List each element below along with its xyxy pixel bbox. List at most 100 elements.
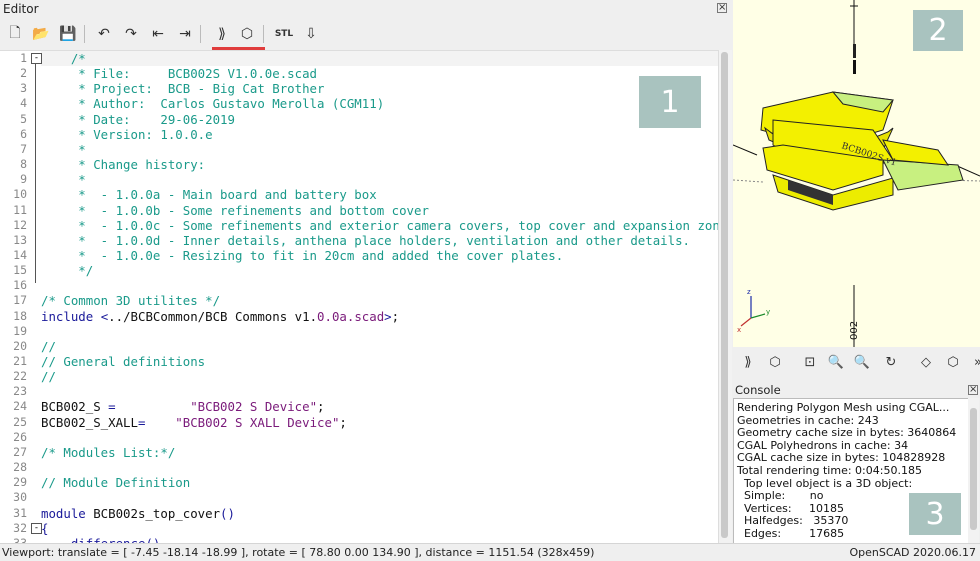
code-line[interactable]: 31 module BCB002s_top_cover() [0,506,718,521]
code-text: * [41,172,85,187]
undo-icon[interactable]: ↶ [93,23,115,45]
console-close-icon[interactable]: × [968,385,978,395]
code-line[interactable]: 1 /* - [0,51,718,66]
new-file-icon[interactable]: 🗋 [4,23,26,45]
code-token: // Module Definition [41,475,191,491]
code-token: // [41,369,56,385]
code-line[interactable]: 20 // [0,339,718,354]
code-line[interactable]: 5 * Date: 29-06-2019 [0,112,718,127]
zoom-in-icon[interactable]: 🔍 [827,353,845,371]
line-number: 1 [20,51,27,65]
code-line[interactable]: 7 * [0,142,718,157]
code-line[interactable]: 19 [0,324,718,339]
render-icon[interactable]: ⬡ [766,353,784,371]
line-number: 22 [13,369,27,384]
code-text: * File: BCB002S V1.0.0e.scad [41,66,317,81]
code-text: /* Modules List:*/ [41,445,175,460]
code-line[interactable]: 6 * Version: 1.0.0.e [0,127,718,142]
line-number: 5 [20,111,27,126]
code-line[interactable]: 32 {- [0,521,718,536]
render-icon[interactable]: ⬡ [236,23,258,45]
fold-toggle-icon[interactable]: - [31,522,42,534]
code-token: > [384,308,392,324]
code-line[interactable]: 11 * - 1.0.0b - Some refinements and bot… [0,203,718,218]
region-badge-2: 2 [913,10,963,51]
line-number: 15 [13,263,27,278]
editor-title: Editor [3,2,39,16]
code-token: * - 1.0.0d - Inner details, anthena plac… [41,232,691,248]
code-line[interactable]: 24 BCB002_S = "BCB002 S Device"; [0,399,718,414]
redo-icon[interactable]: ↷ [120,23,142,45]
code-line[interactable]: 25 BCB002_S_XALL= "BCB002 S XALL Device"; [0,415,718,430]
code-text: { [41,521,48,536]
line-number: 12 [13,217,27,232]
line-number: 13 [13,232,27,247]
code-token: * Change history: [41,157,206,173]
version-label: OpenSCAD 2020.06.17 [849,546,976,559]
code-line[interactable]: 2 * File: BCB002S V1.0.0e.scad [0,66,718,81]
code-line[interactable]: 26 [0,430,718,445]
send-to-printer-icon[interactable]: ⇩ [300,23,322,45]
code-token: "BCB002 S Device" [190,399,318,415]
region-badge-3: 3 [909,493,961,535]
code-line[interactable]: 16 [0,278,718,293]
code-line[interactable]: 3 * Project: BCB - Big Cat Brother [0,81,718,96]
reset-view-icon[interactable]: ↻ [882,353,900,371]
code-token: ../BCBCommon/BCB Commons v1. [108,308,318,324]
code-line[interactable]: 12 * - 1.0.0c - Some refinements and ext… [0,218,718,233]
console-scrollbar-thumb[interactable] [970,408,977,530]
line-number: 31 [13,505,27,520]
3d-viewport[interactable]: BCB002S v1 z x y 002 [733,0,980,347]
code-token: "BCB002 S XALL Device" [175,414,340,430]
code-line[interactable]: 9 * [0,172,718,187]
line-number: 18 [13,308,27,323]
code-line[interactable]: 27 /* Modules List:*/ [0,445,718,460]
preview-icon[interactable]: ⟫ [739,353,757,371]
code-token: * File: BCB002S V1.0.0e.scad [41,66,318,82]
fold-toggle-icon[interactable]: - [31,53,42,64]
more-icon[interactable]: » [969,353,980,371]
code-line[interactable]: 30 [0,490,718,505]
code-line[interactable]: 13 * - 1.0.0d - Inner details, anthena p… [0,233,718,248]
line-number: 16 [13,278,27,293]
export-stl-icon[interactable]: STL [273,23,295,45]
open-file-icon[interactable]: 📂 [30,23,52,45]
code-token: * Date: 29-06-2019 [41,111,235,127]
zoom-out-icon[interactable]: 🔍 [853,353,871,371]
code-line[interactable]: 18 include <../BCBCommon/BCB Commons v1.0… [0,309,718,324]
code-token: { [41,520,49,536]
code-token: 0.0a.scad [317,308,385,324]
code-line[interactable]: 21 // General definitions [0,354,718,369]
unindent-icon[interactable]: ⇤ [147,23,169,45]
line-number: 20 [13,338,27,353]
code-line[interactable]: 17 /* Common 3D utilites */ [0,293,718,308]
axes-gizmo: z x y [737,288,770,334]
code-line[interactable]: 29 // Module Definition [0,475,718,490]
code-line[interactable]: 14 * - 1.0.0e - Resizing to fit in 20cm … [0,248,718,263]
code-line[interactable]: 15 */ [0,263,718,278]
toolbar-separator [263,25,264,43]
code-editor[interactable]: 1 /* -2 * File: BCB002S V1.0.0e.scad 3 * P… [0,50,718,544]
code-line[interactable]: 28 [0,460,718,475]
editor-scrollbar-thumb[interactable] [721,52,728,538]
indent-icon[interactable]: ⇥ [174,23,196,45]
code-line[interactable]: 22 // [0,369,718,384]
code-token: ; [391,308,400,324]
view-all-icon[interactable]: ⊡ [801,353,819,371]
code-text: * Version: 1.0.0.e [41,126,213,142]
code-line[interactable]: 10 * - 1.0.0a - Main board and battery b… [0,187,718,202]
save-file-icon[interactable]: 💾 [57,23,79,45]
perspective-icon[interactable]: ◇ [917,353,935,371]
code-token: * - 1.0.0a - Main board and battery box [41,187,377,203]
line-number: 29 [13,475,27,490]
code-token: * Version: 1.0.0.e [41,126,213,142]
code-line[interactable]: 8 * Change history: [0,157,718,172]
code-text: * Author: Carlos Gustavo Merolla (CGM11) [41,96,384,111]
orthogonal-icon[interactable]: ⬡ [944,353,962,371]
line-number: 10 [13,187,27,202]
code-line[interactable]: 4 * Author: Carlos Gustavo Merolla (CGM1… [0,96,718,111]
line-number: 3 [20,81,27,96]
code-line[interactable]: 23 [0,384,718,399]
editor-close-icon[interactable]: × [717,3,727,13]
preview-icon[interactable]: ⟫ [211,23,233,45]
